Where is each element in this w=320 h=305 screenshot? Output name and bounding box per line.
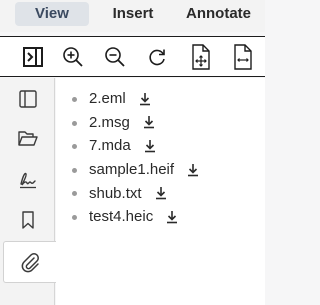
fit-page-icon [192,44,210,70]
attachment-item: sample1.heif [72,158,199,182]
paperclip-icon [21,253,39,273]
menu-bar: View Insert Annotate [0,0,265,32]
bullet [72,214,77,220]
fit-width-button[interactable] [227,41,259,73]
signature-icon [19,172,36,189]
zoom-in-icon [63,47,83,67]
attachment-item: shub.txt [72,181,199,205]
left-sidebar [0,78,56,305]
fit-page-button[interactable] [185,41,217,73]
attachment-name[interactable]: 2.eml [89,90,126,107]
attachment-item: 7.mda [72,134,199,158]
bullet [72,167,77,173]
sidebar-bookmark-button[interactable] [5,201,50,239]
download-icon[interactable] [143,115,155,129]
attachment-name[interactable]: 7.mda [89,137,131,154]
download-icon[interactable] [166,210,178,224]
download-icon[interactable] [139,92,151,106]
attachment-name[interactable]: shub.txt [89,185,142,202]
attachment-item: test4.heic [72,205,199,229]
bullet [72,144,77,150]
sidebar-open-folder-button[interactable] [5,120,50,158]
sidebar-signature-button[interactable] [5,161,50,199]
tab-insert[interactable]: Insert [103,2,163,26]
attachment-item: 2.eml [72,87,199,111]
rotate-icon [149,49,165,66]
sidebar-attachments-button[interactable] [3,241,56,283]
bullet [72,191,77,197]
attachment-list: 2.eml 2.msg 7.mda sample1.heif shub.txt … [72,87,199,229]
attachment-name[interactable]: test4.heic [89,208,153,225]
toggle-sidebar-icon [23,47,43,67]
tab-annotate[interactable]: Annotate [186,2,265,26]
tab-view[interactable]: View [15,2,89,26]
zoom-out-button[interactable] [99,41,131,73]
attachment-item: 2.msg [72,111,199,135]
attachments-panel: 2.eml 2.msg 7.mda sample1.heif shub.txt … [56,78,265,305]
download-icon[interactable] [144,139,156,153]
folder-open-icon [17,131,38,146]
download-icon[interactable] [155,186,167,200]
toolbar [0,36,265,77]
rotate-button[interactable] [141,41,173,73]
download-icon[interactable] [187,163,199,177]
attachment-name[interactable]: sample1.heif [89,161,174,178]
bullet [72,97,77,102]
attachment-name[interactable]: 2.msg [89,114,130,131]
fit-width-icon [234,44,252,70]
bullet [72,120,77,126]
panel-icon [18,90,37,108]
zoom-in-button[interactable] [57,41,89,73]
bookmark-icon [21,211,34,229]
zoom-out-icon [105,47,125,67]
toggle-sidebar-button[interactable] [17,41,49,73]
sidebar-panel-button[interactable] [5,80,50,118]
